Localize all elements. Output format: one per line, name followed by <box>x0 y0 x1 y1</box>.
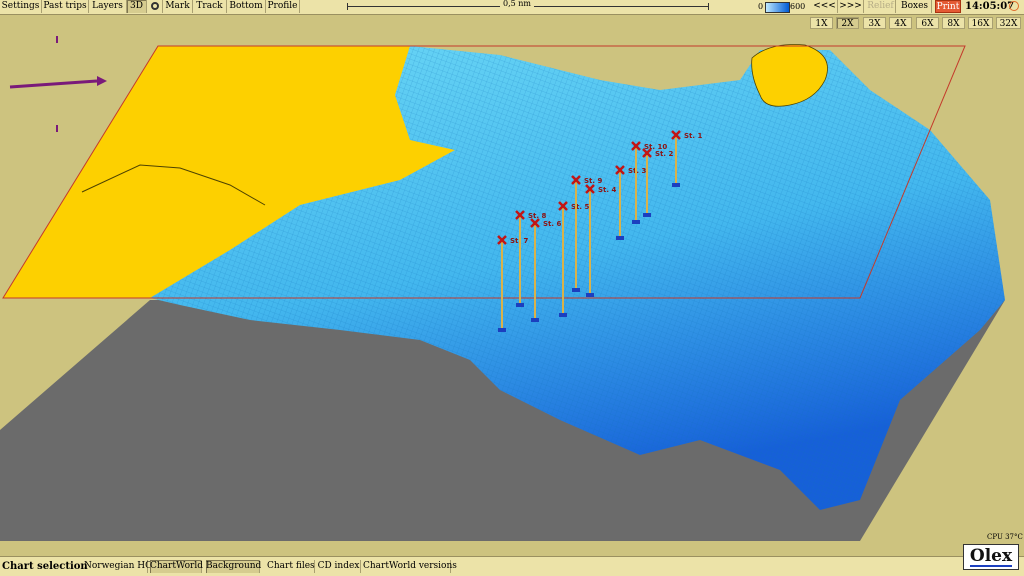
scale-label: 0,5 nm <box>500 0 535 8</box>
chart-selection-label: Chart selection <box>2 561 88 572</box>
cd-index-button[interactable]: CD index <box>317 560 361 573</box>
norwegian-ho-button[interactable]: Norwegian HO <box>84 560 153 573</box>
station-label: St. 6 <box>543 220 561 228</box>
zoom-2x[interactable]: 2X <box>836 17 859 29</box>
zoom-32x[interactable]: 32X <box>996 17 1021 29</box>
station-bottom-mark <box>498 328 506 332</box>
print-button[interactable]: Print <box>935 0 961 13</box>
target-icon[interactable] <box>147 0 163 13</box>
zoom-8x[interactable]: 8X <box>942 17 965 29</box>
profile-button[interactable]: Profile <box>266 0 300 13</box>
zoom-3x[interactable]: 3X <box>863 17 886 29</box>
station-bottom-mark <box>559 313 567 317</box>
station-label: St. 4 <box>598 186 616 194</box>
mark-button[interactable]: Mark <box>163 0 193 13</box>
cpu-temperature: CPU 37°C <box>987 533 1023 541</box>
bathymetry-3d-view[interactable]: St. 1St. 2St. 3St. 4St. 5St. 6St. 7St. 8… <box>0 0 1024 575</box>
depth-color-scale[interactable] <box>765 2 790 13</box>
olex-logo: Olex <box>963 544 1019 570</box>
track-button[interactable]: Track <box>193 0 227 13</box>
clock: 14:05:07 <box>965 1 1015 12</box>
3d-toggle-button[interactable]: 3D <box>127 0 147 13</box>
layers-button[interactable]: Layers <box>89 0 127 13</box>
background-button[interactable]: Background <box>206 560 261 573</box>
zoom-1x[interactable]: 1X <box>810 17 833 29</box>
station-bottom-mark <box>616 236 624 240</box>
top-toolbar: Settings Past trips Layers 3D Mark Track… <box>0 0 1024 15</box>
past-trips-button[interactable]: Past trips <box>42 0 89 13</box>
depth-max-label: 600 <box>790 2 806 11</box>
station-bottom-mark <box>643 213 651 217</box>
chartworld-button[interactable]: ChartWorld <box>150 560 203 573</box>
station-bottom-mark <box>632 220 640 224</box>
station-bottom-mark <box>586 293 594 297</box>
north-arrow-icon <box>9 36 107 132</box>
station-label: St. 2 <box>655 150 673 158</box>
depth-min-label: 0 <box>758 2 764 11</box>
bottom-button[interactable]: Bottom <box>227 0 266 13</box>
chartworld-versions-button[interactable]: ChartWorld versions <box>363 560 457 573</box>
station-bottom-mark <box>531 318 539 322</box>
relief-button[interactable]: Relief <box>866 0 896 13</box>
station-label: St. 3 <box>628 167 646 175</box>
station-bottom-mark <box>572 288 580 292</box>
station-label: St. 8 <box>528 212 546 220</box>
zoom-4x[interactable]: 4X <box>889 17 912 29</box>
station-bottom-mark <box>516 303 524 307</box>
station-label: St. 10 <box>644 143 667 151</box>
zoom-16x[interactable]: 16X <box>968 17 993 29</box>
chart-files-button[interactable]: Chart files <box>267 560 315 573</box>
boxes-button[interactable]: Boxes <box>898 0 932 13</box>
next-button[interactable]: >>> <box>838 0 864 13</box>
station-label: St. 9 <box>584 177 602 185</box>
settings-button[interactable]: Settings <box>0 0 42 13</box>
station-label: St. 5 <box>571 203 589 211</box>
zoom-6x[interactable]: 6X <box>916 17 939 29</box>
station-label: St. 1 <box>684 132 702 140</box>
sun-icon[interactable] <box>1009 1 1019 11</box>
bottom-toolbar: Chart selection Norwegian HO ChartWorld … <box>0 556 1024 576</box>
station-bottom-mark <box>672 183 680 187</box>
prev-button[interactable]: <<< <box>812 0 838 13</box>
